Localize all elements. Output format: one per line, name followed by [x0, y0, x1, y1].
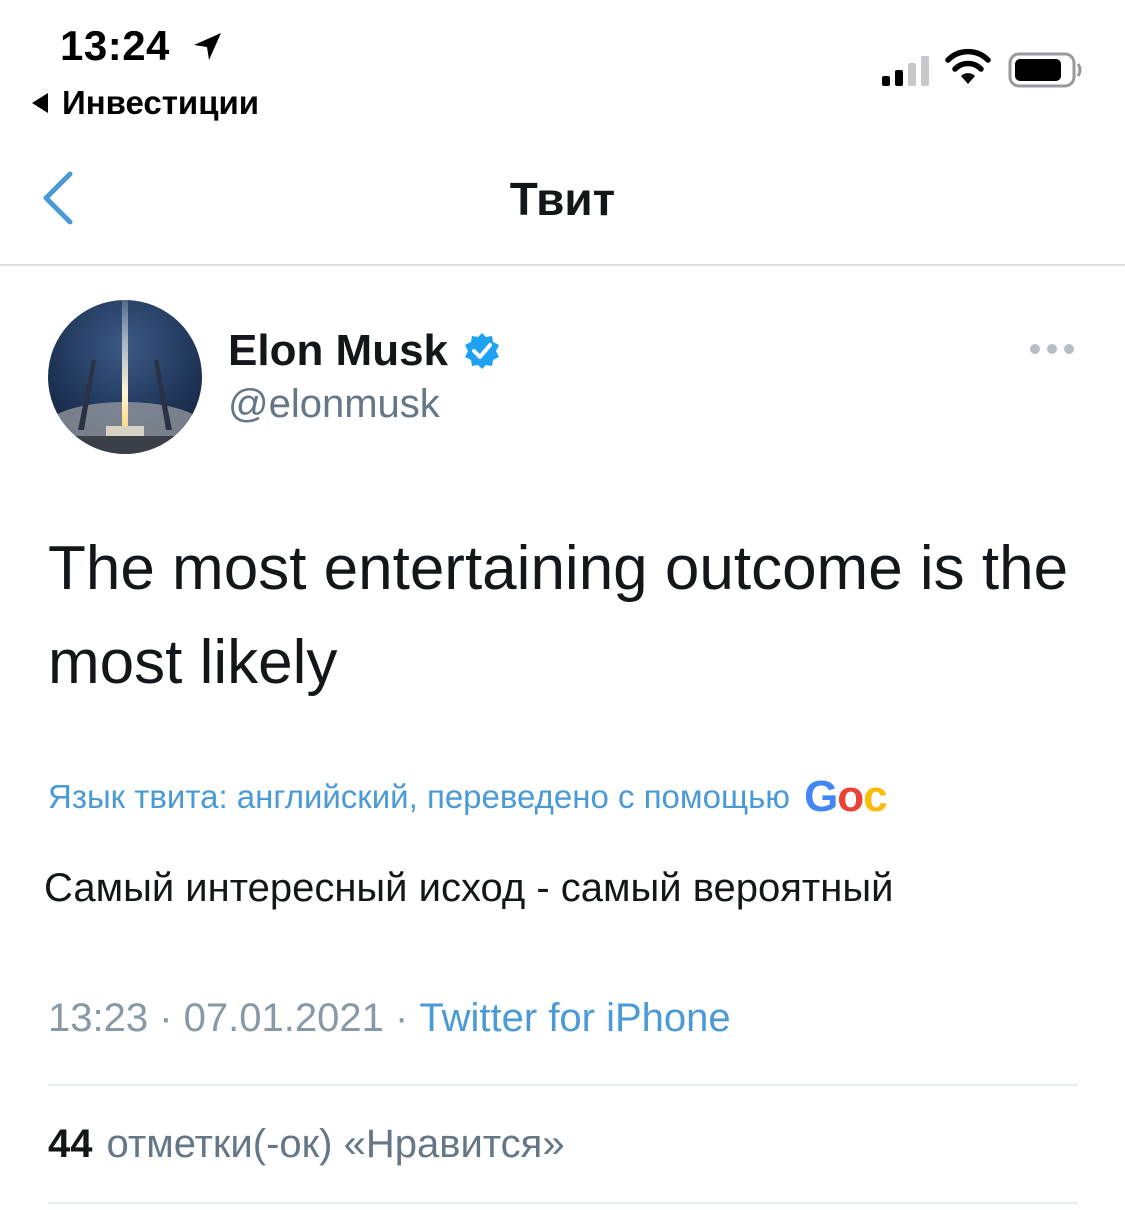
- back-triangle-icon: [32, 93, 48, 113]
- meta-separator: ·: [383, 996, 420, 1040]
- translation-note-text: Язык твита: английский, переведено с пом…: [48, 778, 791, 815]
- back-to-app-button[interactable]: Инвестиции: [32, 84, 259, 122]
- cellular-signal-icon: [882, 52, 929, 86]
- author-name-row[interactable]: Elon Musk: [228, 326, 502, 376]
- translated-text: Самый интересный исход - самый вероятный: [44, 866, 894, 910]
- divider: [48, 1084, 1078, 1086]
- likes-label: отметки(-ок) «Нравится»: [106, 1122, 565, 1166]
- more-options-icon[interactable]: [1030, 344, 1074, 354]
- meta-separator: ·: [148, 996, 184, 1040]
- likes-number: 44: [48, 1122, 93, 1166]
- wifi-icon: [945, 48, 991, 84]
- tweet-time: 13:23: [48, 996, 149, 1040]
- divider: [48, 1202, 1078, 1204]
- back-app-label: Инвестиции: [62, 84, 260, 121]
- tweet-source-link[interactable]: Twitter for iPhone: [419, 996, 730, 1041]
- status-time: 13:24: [60, 22, 170, 69]
- author-handle[interactable]: @elonmusk: [228, 382, 440, 427]
- nav-divider: [0, 264, 1125, 266]
- verified-badge-icon: [465, 333, 500, 369]
- battery-icon: [1008, 52, 1082, 88]
- tweet-date: 07.01.2021: [183, 996, 384, 1040]
- google-logo: Goc: [804, 772, 888, 821]
- translation-note[interactable]: Язык твита: английский, переведено с пом…: [48, 772, 1072, 822]
- tweet-text: The most entertaining outcome is the mos…: [48, 534, 1069, 697]
- avatar[interactable]: [48, 300, 202, 454]
- page-title: Твит: [509, 173, 616, 225]
- author-name: Elon Musk: [228, 326, 449, 375]
- location-arrow-icon: [194, 33, 221, 60]
- tweet-meta: 13:23 · 07.01.2021 · Twitter for iPhone: [48, 996, 731, 1041]
- likes-count[interactable]: 44 отметки(-ок) «Нравится»: [48, 1122, 565, 1167]
